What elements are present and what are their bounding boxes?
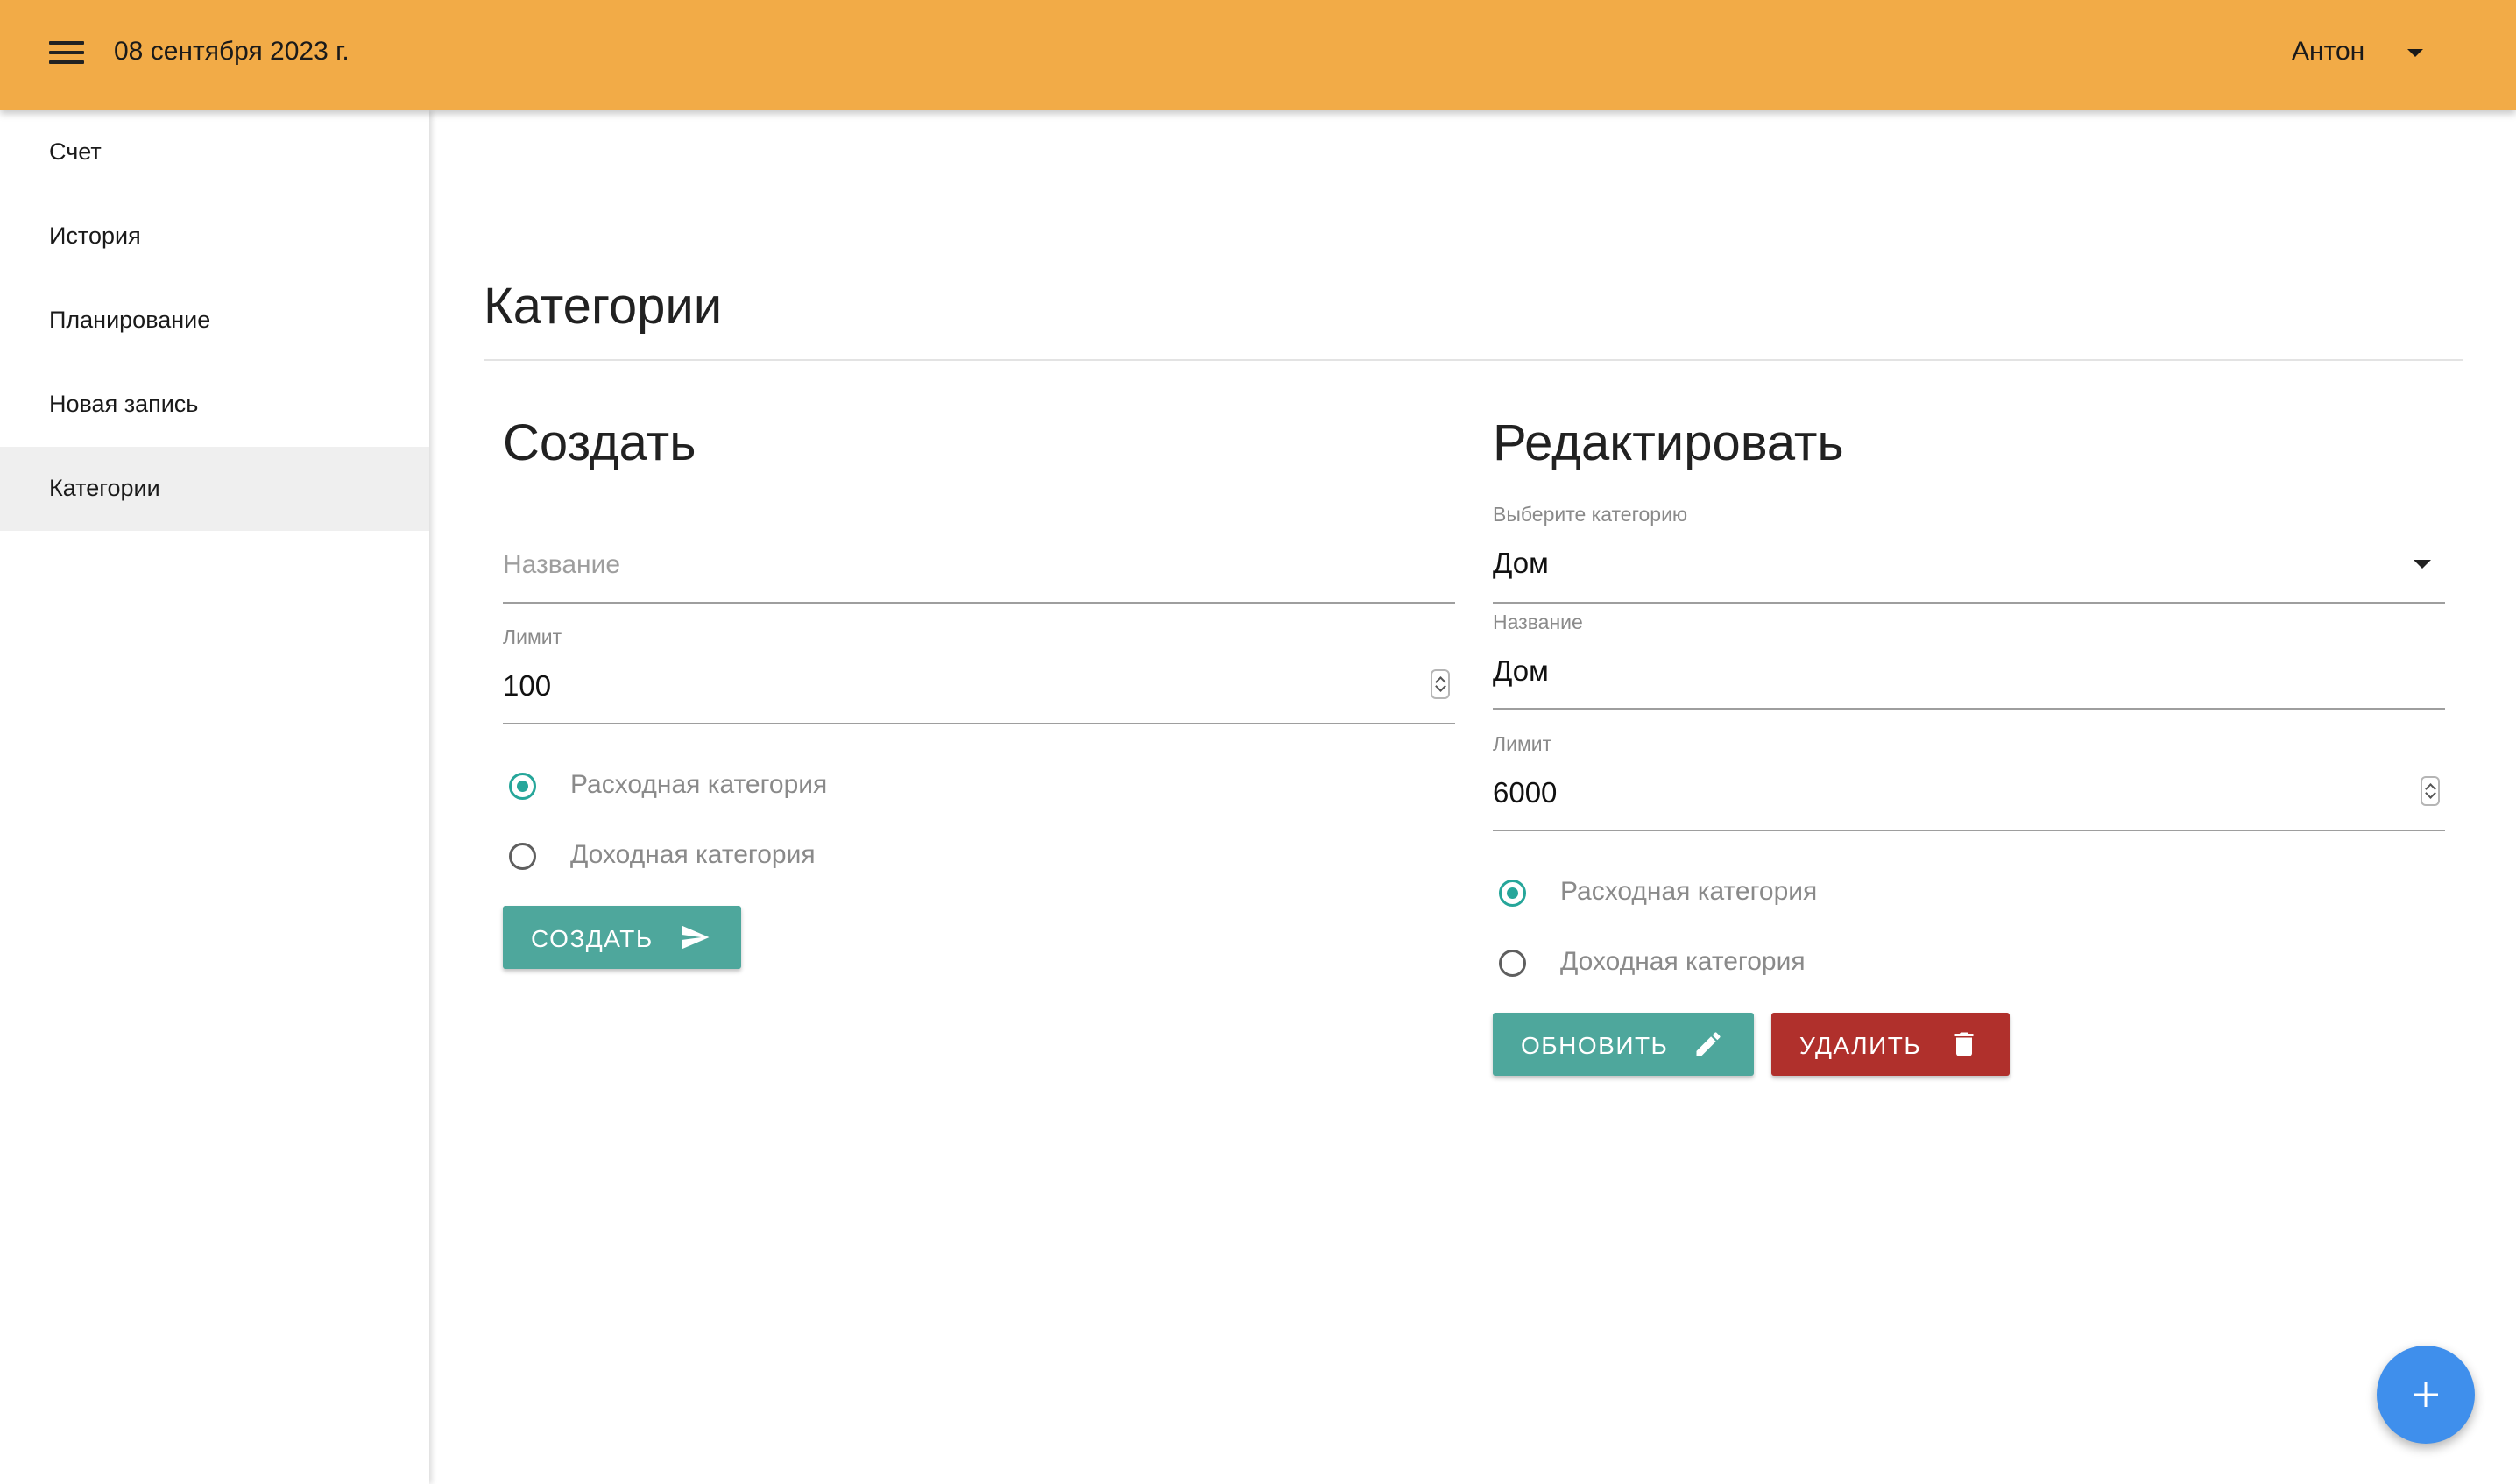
caret-down-icon: [2414, 560, 2431, 569]
edit-limit-label: Лимит: [1493, 732, 1552, 755]
radio-unchecked-icon: [1499, 950, 1526, 977]
add-fab-button[interactable]: [2377, 1346, 2475, 1444]
radio-checked-icon: [509, 773, 536, 800]
page-title: Категории: [484, 278, 723, 335]
sidebar-item-account[interactable]: Счет: [0, 110, 429, 194]
user-name: Антон: [2292, 37, 2365, 66]
radio-label: Доходная категория: [1560, 947, 1806, 976]
edit-name-value: Дом: [1493, 654, 1549, 687]
sidebar-item-label: Счет: [49, 138, 102, 165]
number-spinner-icon[interactable]: [2421, 776, 2440, 806]
delete-button[interactable]: УДАЛИТЬ: [1771, 1013, 2010, 1076]
sidebar-item-label: История: [49, 223, 141, 249]
send-icon: [682, 925, 710, 950]
top-app-bar: 08 сентября 2023 г. Антон: [0, 0, 2516, 110]
menu-icon[interactable]: [49, 40, 84, 67]
sidebar-item-history[interactable]: История: [0, 194, 429, 279]
create-name-placeholder: Название: [503, 550, 621, 579]
sidebar-item-new-record[interactable]: Новая запись: [0, 363, 429, 447]
radio-checked-icon: [1499, 880, 1526, 907]
edit-name-label: Название: [1493, 611, 1583, 633]
update-button-label: ОБНОВИТЬ: [1521, 1032, 1669, 1059]
radio-label: Расходная категория: [1560, 877, 1818, 906]
delete-button-label: УДАЛИТЬ: [1799, 1032, 1922, 1059]
pencil-icon: [1696, 1032, 1721, 1056]
radio-unchecked-icon: [509, 843, 536, 870]
edit-select-value: Дом: [1493, 547, 1549, 579]
field-underline: [503, 723, 1455, 724]
field-underline: [1493, 830, 2445, 831]
sidebar-item-label: Планирование: [49, 307, 211, 333]
sidebar-item-label: Категории: [49, 475, 160, 501]
edit-limit-value: 6000: [1493, 776, 1558, 809]
caret-down-icon: [2407, 49, 2423, 57]
field-underline: [1493, 602, 2445, 604]
radio-label: Расходная категория: [570, 770, 828, 799]
create-button-label: СОЗДАТЬ: [531, 925, 654, 952]
edit-select-label: Выберите категорию: [1493, 503, 1688, 526]
create-limit-value: 100: [503, 669, 552, 702]
sidebar: Счет История Планирование Новая запись К…: [0, 110, 429, 1484]
update-button[interactable]: ОБНОВИТЬ: [1493, 1013, 1754, 1076]
sidebar-item-label: Новая запись: [49, 391, 199, 417]
field-underline: [1493, 708, 2445, 710]
create-section-title: Создать: [503, 414, 696, 471]
current-date: 08 сентября 2023 г.: [114, 37, 350, 66]
field-underline: [503, 602, 1455, 604]
number-spinner-icon[interactable]: [1431, 669, 1450, 699]
create-button[interactable]: СОЗДАТЬ: [503, 906, 741, 969]
divider: [484, 359, 2463, 361]
radio-label: Доходная категория: [570, 840, 816, 869]
sidebar-item-planning[interactable]: Планирование: [0, 279, 429, 363]
plus-icon: [2414, 1382, 2438, 1407]
edit-section-title: Редактировать: [1493, 414, 1844, 471]
trash-icon: [1954, 1032, 1974, 1056]
sidebar-item-categories[interactable]: Категории: [0, 447, 429, 531]
create-limit-label: Лимит: [503, 625, 562, 648]
